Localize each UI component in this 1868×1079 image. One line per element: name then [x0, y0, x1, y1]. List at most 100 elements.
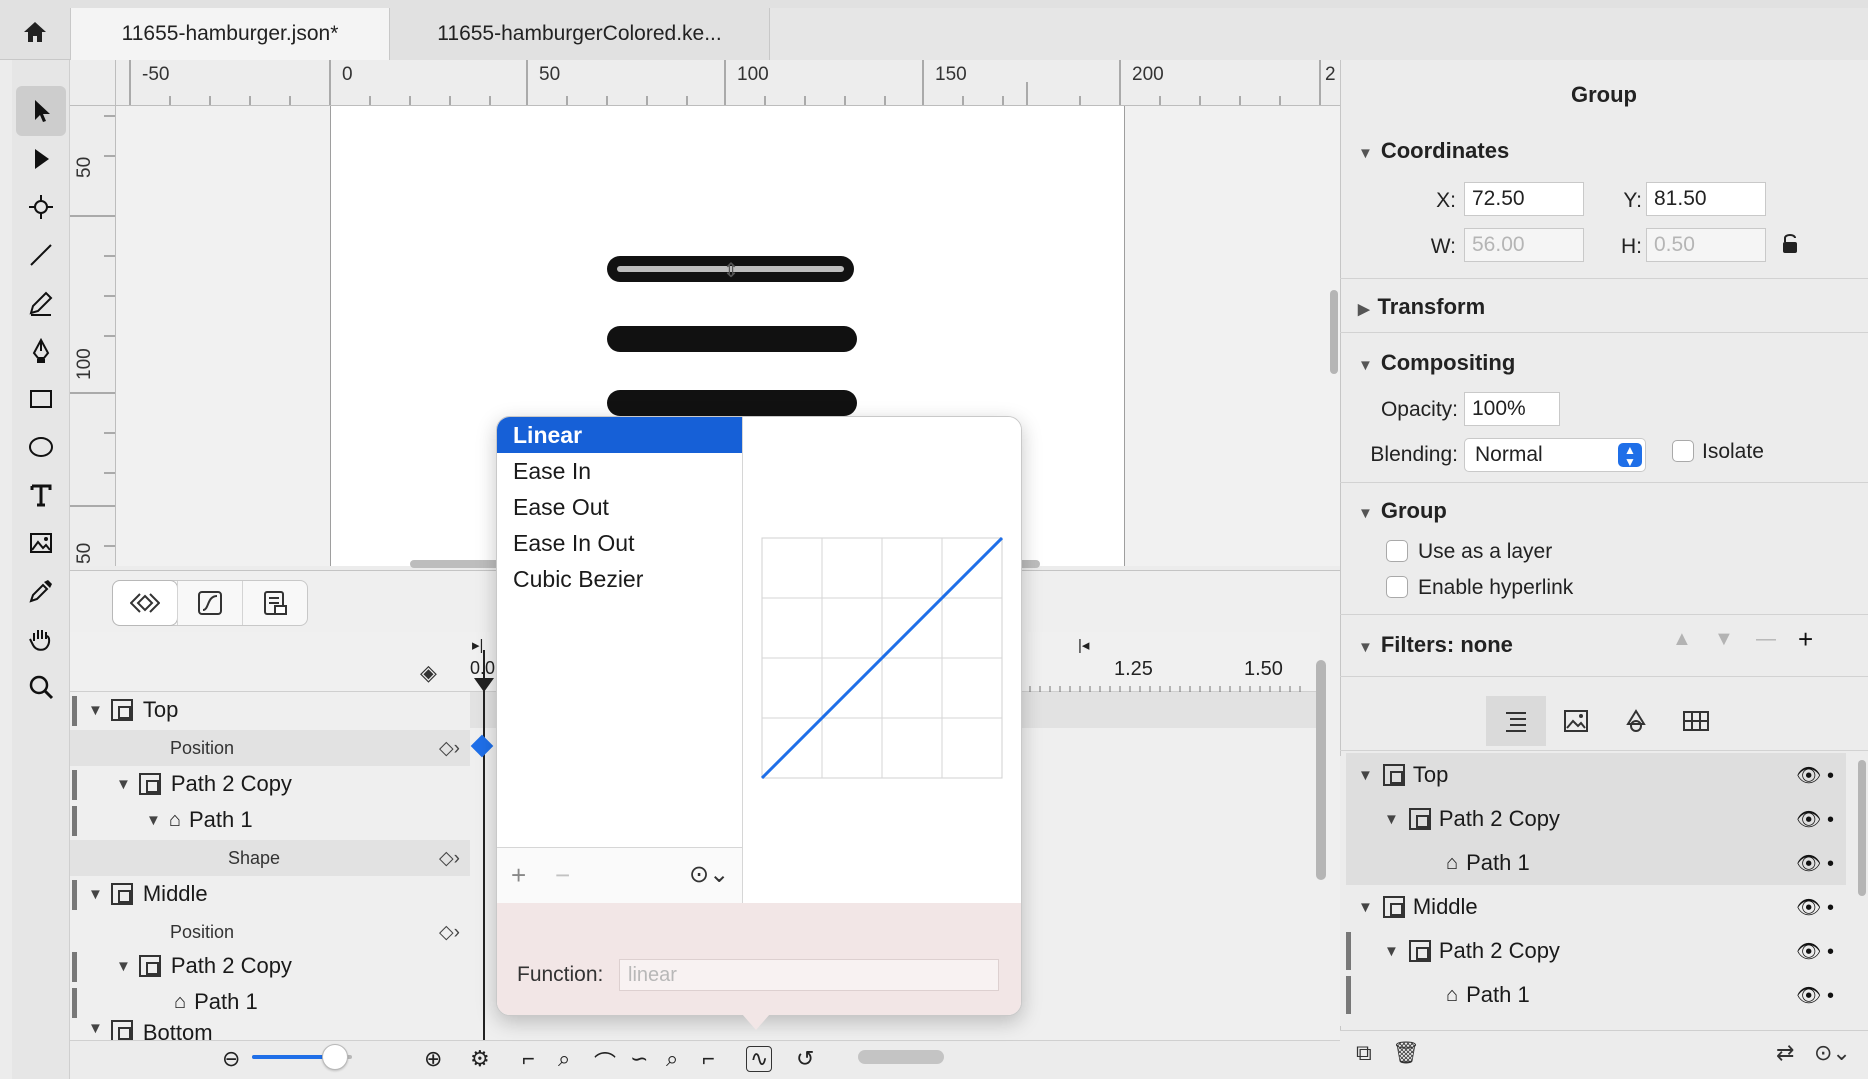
remove-easing-button[interactable]: −: [555, 860, 570, 891]
more-options-icon[interactable]: ⊙⌄: [1814, 1040, 1851, 1066]
pencil-icon[interactable]: [16, 278, 66, 328]
function-input[interactable]: linear: [619, 959, 999, 991]
transform-handle-icon[interactable]: ⇕: [718, 256, 744, 286]
more-options-icon[interactable]: ⊙⌄: [689, 860, 729, 889]
layers-scrollbar[interactable]: [1858, 760, 1866, 896]
x-input[interactable]: 72.50: [1464, 182, 1584, 216]
canvas-vertical-scrollbar[interactable]: [1330, 290, 1338, 374]
layer-row-middle[interactable]: ▼ Middle 👁 •: [1346, 885, 1846, 929]
timeline-row-top[interactable]: ▼ Top: [70, 692, 470, 728]
playhead[interactable]: [483, 650, 485, 1079]
easing-step-icon[interactable]: ⌐: [702, 1046, 715, 1072]
tab-hamburger-json[interactable]: 11655-hamburger.json*: [70, 8, 390, 60]
disclosure-triangle-icon[interactable]: ▼: [116, 958, 131, 975]
timeline-row-position-middle[interactable]: Position ◇›: [70, 914, 470, 950]
home-icon[interactable]: [0, 8, 70, 56]
symbols-tab-icon[interactable]: [1606, 696, 1666, 746]
coordinates-section-header[interactable]: ▼ Coordinates: [1358, 138, 1509, 164]
filters-section-header[interactable]: ▼ Filters: none: [1358, 632, 1513, 658]
ellipse-icon[interactable]: [16, 422, 66, 472]
add-keyframe-icon[interactable]: ◈: [420, 660, 437, 686]
timeline-row-middle[interactable]: ▼ Middle: [70, 876, 470, 912]
blending-select[interactable]: Normal ▲ ▼: [1464, 438, 1646, 472]
compositing-section-header[interactable]: ▼ Compositing: [1358, 350, 1515, 376]
easing-smooth-icon[interactable]: ⌒: [594, 1046, 616, 1078]
trash-icon[interactable]: 🗑: [1392, 1040, 1420, 1066]
timeline-row-path2copy-middle[interactable]: ▼ Path 2 Copy: [70, 948, 470, 984]
group-section-header[interactable]: ▼ Group: [1358, 498, 1447, 524]
eye-icon[interactable]: 👁 •: [1796, 983, 1834, 1008]
enable-hyperlink-checkbox[interactable]: [1386, 576, 1408, 598]
use-as-layer-checkbox[interactable]: [1386, 540, 1408, 562]
layer-row-path2copy-middle[interactable]: ▼ Path 2 Copy 👁 •: [1346, 929, 1846, 973]
curves-mode-icon[interactable]: [177, 581, 242, 625]
images-tab-icon[interactable]: [1546, 696, 1606, 746]
move-filter-down-icon[interactable]: ▼: [1714, 628, 1734, 651]
add-easing-button[interactable]: +: [511, 860, 526, 891]
rectangle-icon[interactable]: [16, 374, 66, 424]
timeline-row-path1-middle[interactable]: ⌂ Path 1: [70, 984, 470, 1020]
easing-in-icon[interactable]: ⌐: [522, 1046, 535, 1072]
zoom-out-icon[interactable]: ⊖: [222, 1046, 240, 1072]
timeline-row-shape[interactable]: Shape ◇›: [70, 840, 470, 876]
disclosure-triangle-icon[interactable]: ▼: [88, 886, 103, 903]
zoom-in-icon[interactable]: ⊕: [424, 1046, 442, 1072]
vertical-ruler[interactable]: 50 100 50: [70, 106, 116, 566]
eyedropper-icon[interactable]: [16, 566, 66, 616]
layer-row-path2copy[interactable]: ▼ Path 2 Copy 👁 •: [1346, 797, 1846, 841]
image-icon[interactable]: [16, 518, 66, 568]
disclosure-triangle-icon[interactable]: ▼: [116, 776, 131, 793]
direct-select-icon[interactable]: [16, 134, 66, 184]
hamburger-bottom-bar[interactable]: [607, 390, 857, 416]
easing-option-cubic-bezier[interactable]: Cubic Bezier: [497, 561, 742, 597]
timeline-horizontal-scrollbar[interactable]: [858, 1050, 944, 1064]
eye-icon[interactable]: 👁 •: [1796, 851, 1834, 876]
layer-row-top[interactable]: ▼ Top 👁 •: [1346, 753, 1846, 797]
disclosure-triangle-icon[interactable]: ▼: [1358, 639, 1373, 656]
lock-icon[interactable]: [1782, 232, 1798, 260]
hand-icon[interactable]: [16, 614, 66, 664]
h-input[interactable]: 0.50: [1646, 228, 1766, 262]
disclosure-triangle-icon[interactable]: ▼: [1358, 767, 1373, 784]
disclosure-triangle-icon[interactable]: ▼: [146, 812, 161, 829]
disclosure-triangle-icon[interactable]: ▼: [1358, 505, 1373, 522]
loop-icon[interactable]: ↺: [796, 1046, 814, 1072]
y-input[interactable]: 81.50: [1646, 182, 1766, 216]
disclosure-triangle-icon[interactable]: ▶: [1358, 301, 1370, 318]
eye-icon[interactable]: 👁 •: [1796, 939, 1834, 964]
easing-option-linear[interactable]: Linear: [497, 417, 742, 453]
hamburger-middle-bar[interactable]: [607, 326, 857, 352]
timeline-row-path2copy[interactable]: ▼ Path 2 Copy: [70, 766, 470, 802]
remove-filter-icon[interactable]: —: [1756, 628, 1776, 651]
easing-back-icon[interactable]: ⌕: [666, 1046, 678, 1072]
actions-mode-icon[interactable]: [242, 581, 307, 625]
new-layer-icon[interactable]: ⧉: [1356, 1040, 1372, 1066]
keyframe-nav-icon[interactable]: ◇›: [439, 737, 460, 760]
end-marker-icon[interactable]: |◂: [1078, 636, 1089, 654]
easing-option-ease-out[interactable]: Ease Out: [497, 489, 742, 525]
eye-icon[interactable]: 👁 •: [1796, 895, 1834, 920]
tab-hamburger-colored[interactable]: 11655-hamburgerColored.ke...: [390, 8, 770, 60]
disclosure-triangle-icon[interactable]: ▼: [88, 702, 103, 719]
timeline-row-bottom[interactable]: ▼ Bottom: [70, 1020, 470, 1042]
easing-out-icon[interactable]: ⌕: [558, 1046, 570, 1072]
easing-option-ease-in[interactable]: Ease In: [497, 453, 742, 489]
add-filter-icon[interactable]: +: [1798, 624, 1813, 655]
text-icon[interactable]: [16, 470, 66, 520]
timeline-vertical-scrollbar[interactable]: [1316, 660, 1326, 880]
eye-icon[interactable]: 👁 •: [1796, 763, 1834, 788]
line-icon[interactable]: [16, 230, 66, 280]
timeline-row-position[interactable]: Position ◇›: [70, 730, 470, 766]
horizontal-ruler[interactable]: -50 0 50 100 150 200 2: [70, 60, 1340, 106]
timeline-row-path1[interactable]: ▼ ⌂ Path 1: [70, 802, 470, 838]
easing-option-ease-in-out[interactable]: Ease In Out: [497, 525, 742, 561]
select-arrow-icon[interactable]: [16, 86, 66, 136]
transform-section-header[interactable]: ▶ Transform: [1358, 294, 1485, 320]
disclosure-triangle-icon[interactable]: ▼: [1358, 145, 1373, 162]
disclosure-triangle-icon[interactable]: ▼: [88, 1020, 103, 1037]
grid-tab-icon[interactable]: [1666, 696, 1726, 746]
layers-list-tab-icon[interactable]: [1486, 696, 1546, 746]
disclosure-triangle-icon[interactable]: ▼: [1358, 357, 1373, 374]
isolate-checkbox[interactable]: [1672, 440, 1694, 462]
easing-function-icon[interactable]: ∿: [746, 1046, 773, 1072]
